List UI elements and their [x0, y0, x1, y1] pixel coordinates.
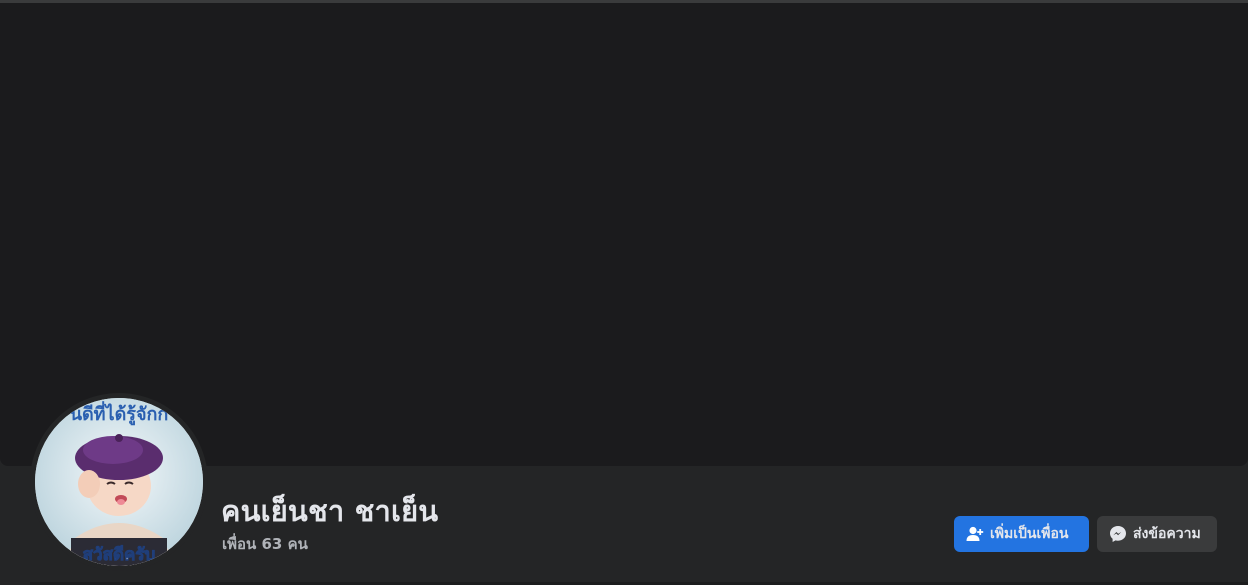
friends-count-link[interactable]: เพื่อน 63 คน — [222, 532, 308, 556]
profile-picture-ring[interactable]: นดีที่ได้รู้จักก สวัสดีครับ — [30, 393, 208, 571]
cover-photo[interactable] — [0, 3, 1248, 466]
profile-picture-image: นดีที่ได้รู้จักก สวัสดีครับ — [35, 398, 203, 566]
add-friend-label: เพิ่มเป็นเพื่อน — [990, 526, 1069, 542]
messenger-icon — [1109, 525, 1127, 543]
person-plus-icon — [966, 525, 984, 543]
avatar-caption-top: นดีที่ได้รู้จักก — [70, 401, 169, 426]
send-message-button[interactable]: ส่งข้อความ — [1097, 516, 1217, 552]
profile-name: คนเย็นชา ชาเย็น — [221, 494, 439, 528]
add-friend-button[interactable]: เพิ่มเป็นเพื่อน — [954, 516, 1089, 552]
send-message-label: ส่งข้อความ — [1133, 526, 1201, 542]
profile-page: นดีที่ได้รู้จักก สวัสดีครับ คนเย็นชา ชาเ… — [0, 0, 1248, 585]
profile-picture[interactable]: นดีที่ได้รู้จักก สวัสดีครับ — [35, 398, 203, 566]
avatar-caption-bottom: สวัสดีครับ — [83, 544, 156, 565]
